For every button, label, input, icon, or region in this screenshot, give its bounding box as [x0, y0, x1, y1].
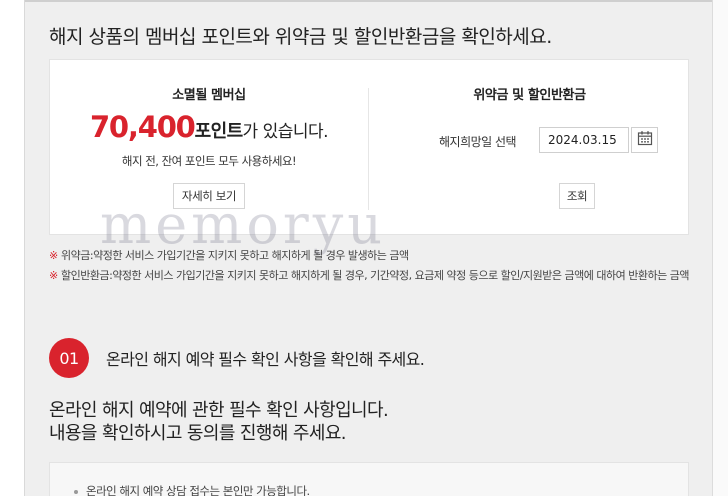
requirements-box: 온라인 해지 예약 상담 접수는 본인만 가능합니다.	[49, 462, 689, 496]
note-term: 위약금:	[61, 249, 94, 262]
detail-button[interactable]: 자세히 보기	[173, 183, 245, 209]
date-field[interactable]: 2024.03.15	[539, 127, 629, 153]
points-suffix: 가 있습니다.	[242, 122, 329, 142]
intro-line-1: 온라인 해지 예약에 관한 필수 확인 사항입니다.	[49, 400, 389, 421]
points-unit: 포인트	[194, 121, 243, 142]
note-discount-return: ※ 할인반환금: 약정한 서비스 가입기간을 지키지 못하고 해지하게 될 경우…	[49, 267, 699, 284]
intro-line-2: 내용을 확인하시고 동의를 진행해 주세요.	[49, 423, 347, 444]
step-title: 온라인 해지 예약 필수 확인 사항을 확인해 주세요.	[106, 350, 425, 369]
points-value: 70,400	[89, 110, 196, 144]
page-headline: 해지 상품의 멤버십 포인트와 위약금 및 할인반환금을 확인하세요.	[49, 26, 552, 48]
note-text: 약정한 서비스 가입기간을 지키지 못하고 해지하게 될 경우 발생하는 금액	[93, 249, 409, 262]
content-frame: 해지 상품의 멤버십 포인트와 위약금 및 할인반환금을 확인하세요. 소멸될 …	[24, 0, 728, 496]
intro-text: 온라인 해지 예약에 관한 필수 확인 사항입니다. 내용을 확인하시고 동의를…	[49, 399, 389, 445]
requirement-text: 온라인 해지 예약 상담 접수는 본인만 가능합니다.	[86, 484, 310, 496]
points-note: 해지 전, 잔여 포인트 모두 사용하세요!	[121, 154, 297, 168]
note-mark: ※	[49, 249, 58, 262]
penalty-title: 위약금 및 할인반환금	[473, 88, 586, 103]
step-number-badge: 01	[49, 338, 89, 378]
panel-divider	[368, 88, 369, 210]
notes-list: ※ 위약금: 약정한 서비스 가입기간을 지키지 못하고 해지하게 될 경우 발…	[49, 247, 699, 287]
requirement-item: 온라인 해지 예약 상담 접수는 본인만 가능합니다.	[74, 483, 310, 496]
date-label: 해지희망일 선택	[439, 135, 517, 149]
lookup-button[interactable]: 조회	[559, 183, 595, 209]
calendar-icon	[637, 130, 653, 150]
note-mark: ※	[49, 269, 58, 282]
bullet-icon	[74, 489, 78, 494]
membership-title: 소멸될 멤버십	[172, 88, 246, 103]
calendar-button[interactable]	[631, 127, 658, 153]
scrollbar-track[interactable]	[712, 0, 728, 496]
note-penalty: ※ 위약금: 약정한 서비스 가입기간을 지키지 못하고 해지하게 될 경우 발…	[49, 247, 699, 264]
points-line: 70,400포인트가 있습니다.	[50, 110, 368, 144]
note-text: 약정한 서비스 가입기간을 지키지 못하고 해지하게 될 경우, 기간약정, 요…	[112, 269, 689, 282]
top-rule	[25, 0, 728, 2]
note-term: 할인반환금:	[61, 269, 113, 282]
step-header: 01 온라인 해지 예약 필수 확인 사항을 확인해 주세요.	[49, 338, 425, 378]
summary-panel: 소멸될 멤버십 70,400포인트가 있습니다. 해지 전, 잔여 포인트 모두…	[49, 59, 689, 235]
